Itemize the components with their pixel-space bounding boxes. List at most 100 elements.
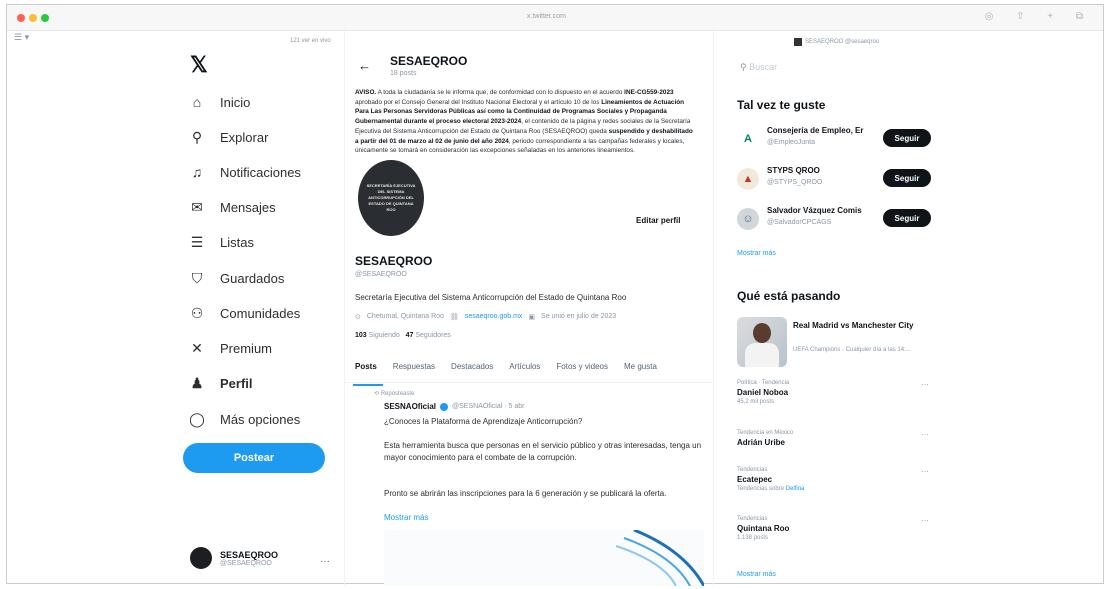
trend-count: Tendencias sobre Delfina [737,486,933,492]
tweet-media[interactable] [384,530,704,586]
account-switcher[interactable]: SESAEQROO @SESAEQROO [190,547,278,569]
profile-meta: ⊙ Chetumal, Quintana Roo ⛓ sesaeqroo.gob.m… [355,313,616,321]
follow-button[interactable]: Seguir [883,129,931,147]
bell-icon: ♫ [191,164,203,180]
trend-name: Daniel Noboa [737,388,789,397]
x-premium-icon: ✕ [191,339,203,356]
suggestion-name: STYPS QROO [767,166,820,175]
communities-icon: ⚇ [190,304,204,321]
tab-media[interactable]: Fotos y videos [556,362,608,380]
search-field[interactable]: ⚲ Buscar [740,62,777,73]
suggestion-handle: @EmpleoJunta [767,139,815,146]
show-more-link[interactable]: Mostrar más [384,513,428,522]
sidebar-menu-icon[interactable]: ☰ ▾ [14,32,29,43]
trend-item[interactable]: Política · Tendencia Daniel Noboa 45,2 mil… [737,380,933,405]
sidebar-item-label: Notificaciones [220,164,301,180]
verified-badge-icon [440,402,449,411]
live-notice[interactable]: 121 ver en vivo [290,38,331,44]
minimize-window-button[interactable] [29,14,37,22]
more-dots-icon[interactable]: ··· [320,556,330,567]
news-title: Real Madrid vs Manchester City [793,321,914,330]
follow-button[interactable]: Seguir [883,169,931,187]
suggestions-title: Tal vez te guste [737,98,826,112]
tab-highlights[interactable]: Destacados [451,362,493,380]
trend-count-text: Tendencias sobre [737,486,786,492]
sidebar-item-label: Comunidades [220,305,301,321]
trend-item[interactable]: Tendencias Quintana Roo 1.138 posts ··· [737,516,933,541]
sidebar-item-3[interactable]: ✉ Mensajes [188,193,276,221]
show-more-link[interactable]: Mostrar más [737,250,776,257]
maximize-window-button[interactable] [41,14,49,22]
header-post-count: 18 posts [390,70,417,77]
mail-icon: ✉ [191,198,203,215]
suggestion-item[interactable]: ☺ Salvador Vázquez Comis @SalvadorCPCAGS Se… [737,204,933,234]
trend-item[interactable]: Tendencia en México Adrián Uribe ··· [737,430,933,447]
sidebar-item-5[interactable]: ⛉ Guardados [188,264,285,292]
trend-count-text: 45,2 mil posts [737,399,775,405]
sidebar-item-2[interactable]: ♫ Notificaciones [188,158,301,186]
followers-label[interactable]: Seguidores [415,332,450,339]
avatar: ☺ [737,208,759,230]
more-dots-icon[interactable]: ··· [921,516,929,525]
sidebar-item-label: Listas [220,234,254,250]
show-more-link[interactable]: Mostrar más [737,571,776,578]
edit-profile-button[interactable]: Editar perfil [636,216,680,225]
followers-count[interactable]: 47 [406,332,414,339]
sidebar-item-label: Inicio [220,94,251,110]
avatar [190,547,212,569]
trend-count: 1.138 posts [737,535,933,541]
tab-posts[interactable]: Posts [353,362,383,386]
repost-indicator: ⟲ Reposteaste [374,390,414,397]
follow-button[interactable]: Seguir [883,209,931,227]
tab-likes[interactable]: Me gusta [624,362,657,380]
more-dots-icon[interactable]: ··· [921,467,929,476]
trend-link[interactable]: Delfina [786,486,805,492]
suggestion-name: Consejería de Empleo, Er [767,126,864,135]
news-item[interactable]: Real Madrid vs Manchester City UEFA Cham… [737,317,933,367]
back-arrow-icon[interactable]: ← [358,58,371,73]
profile-tabs: Posts Respuestas Destacados Artículos Fo… [353,362,710,386]
sidebar-item-8[interactable]: ♟ Perfil [188,369,253,397]
suggestion-name: Salvador Vázquez Comis [767,206,862,215]
bookmark-icon: ⛉ [191,269,203,286]
sidebar-item-label: Perfil [220,375,253,391]
suggestion-item[interactable]: ▲ STYPS QROO @STYPS_QROO Seguir [737,164,933,194]
x-logo-icon[interactable]: 𝕏 [190,52,208,78]
tweet-text: ¿Conoces la Plataforma de Aprendizaje An… [384,417,583,426]
sidebar-item-4[interactable]: ☰ Listas [188,228,254,256]
suggestion-handle: @STYPS_QROO [767,179,823,186]
search-icon: ⚲ [740,62,747,72]
address-bar[interactable]: x.twitter.com [527,13,566,20]
tweet-handle[interactable]: @SESNAOficial · 5 abr [452,403,524,410]
sidebar-item-0[interactable]: ⌂ Inicio [188,88,251,116]
close-window-button[interactable] [17,14,25,22]
profile-link[interactable]: sesaeqroo.gob.mx [465,313,523,321]
browser-toolbar-icons[interactable]: ◎ ⇧ + ⧉ [985,11,1093,22]
tab-replies[interactable]: Respuestas [393,362,435,380]
suggestion-item[interactable]: A Consejería de Empleo, Er @EmpleoJunta Seg… [737,124,933,154]
location-icon: ⊙ [355,314,361,321]
tab-divider [344,382,714,383]
following-count[interactable]: 103 [355,332,367,339]
more-dots-icon[interactable]: ··· [921,380,929,389]
profile-joined: Se unió en julio de 2023 [541,313,617,320]
sidebar-item-6[interactable]: ⚇ Comunidades [188,299,301,327]
sidebar-item-1[interactable]: ⚲ Explorar [188,123,269,151]
sidebar-item-9[interactable]: ◯ Más opciones [188,405,300,433]
sidebar-item-7[interactable]: ✕ Premium [188,334,272,362]
notice-text: aprobado por el Consejo General del Inst… [355,98,602,106]
trend-item[interactable]: Tendencias Ecatepec Tendencias sobre Delfi… [737,467,933,492]
more-circle-icon: ◯ [189,410,205,427]
more-dots-icon[interactable]: ··· [921,430,929,439]
tab-articles[interactable]: Artículos [509,362,540,380]
avatar-caption: SECRETARÍA EJECUTIVA DEL SISTEMA ANTICOR… [366,183,416,212]
top-account[interactable]: SESAEQROO @sesaeqroo [794,38,879,46]
following-label[interactable]: Siguiendo [369,332,400,339]
tweet-author[interactable]: SESNAOficial [384,402,436,411]
profile-avatar[interactable]: SECRETARÍA EJECUTIVA DEL SISTEMA ANTICOR… [355,157,427,239]
account-thumb [794,38,802,46]
link-icon: ⛓ [449,314,459,321]
person-icon: ♟ [190,374,204,391]
post-button[interactable]: Postear [183,443,325,473]
repost-icon: ⟲ [374,391,380,397]
